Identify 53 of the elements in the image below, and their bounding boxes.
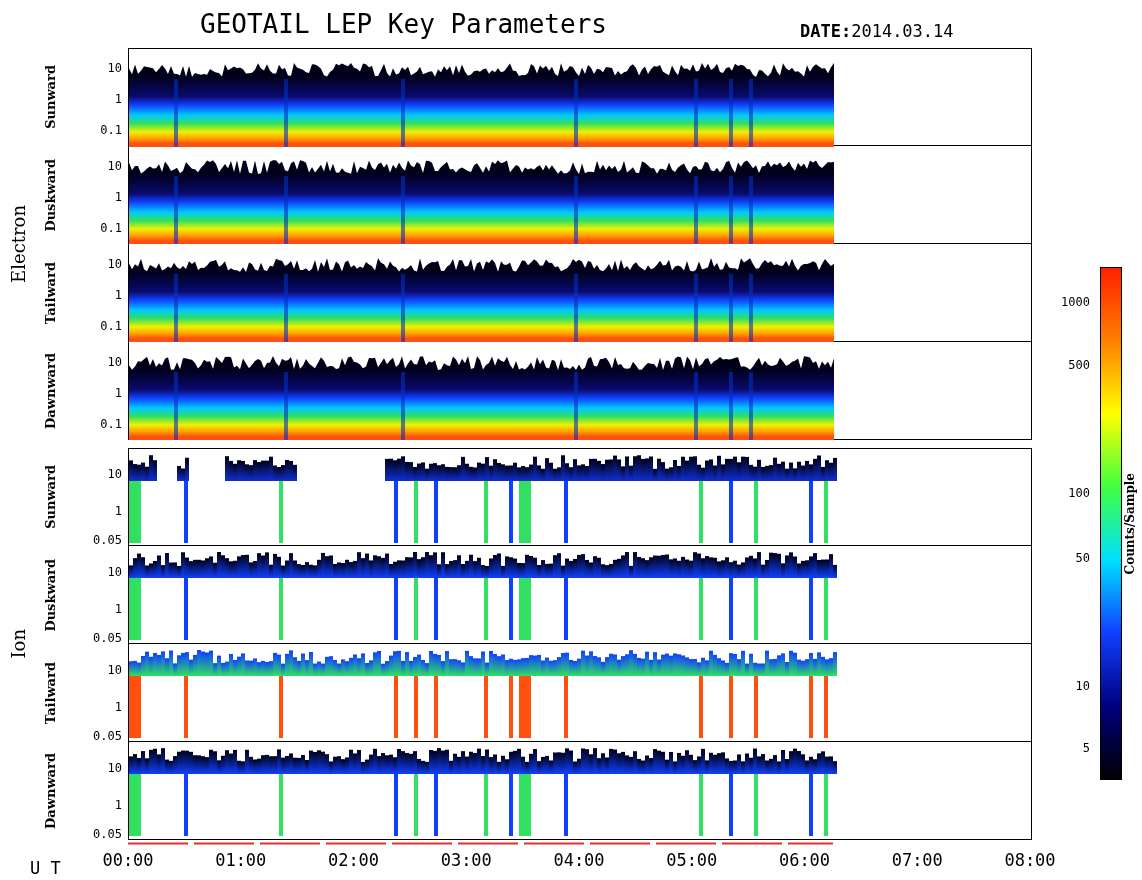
colorbar-tick-label: 1000 — [1061, 296, 1090, 308]
x-tick-label: 03:00 — [440, 852, 492, 869]
y-tick-label: 1 — [114, 289, 122, 301]
y-tick-label: 0.1 — [100, 124, 122, 136]
y-tick-label: 0.05 — [93, 534, 122, 546]
x-tick-label: 05:00 — [666, 852, 718, 869]
y-tick-label: 0.1 — [100, 222, 122, 234]
panel-label: Sunward — [42, 65, 60, 129]
panel-label: Duskward — [42, 558, 60, 632]
y-tick-label: 10 — [107, 356, 122, 368]
colorbar-tick-label: 50 — [1075, 552, 1090, 564]
chart-title: GEOTAIL LEP Key Parameters — [200, 8, 608, 41]
colorbar-tick-label: 500 — [1068, 359, 1090, 371]
panel-label: Sunward — [42, 465, 60, 529]
y-tick-label: 10 — [107, 258, 122, 270]
x-tick-label: 02:00 — [327, 852, 380, 869]
y-tick-label: 0.05 — [93, 730, 122, 742]
colorbar-tick-label: 100 — [1068, 487, 1090, 499]
y-tick-label: 0.1 — [100, 418, 122, 430]
group-label: Electron — [6, 205, 30, 283]
y-tick-label: 1 — [114, 799, 122, 811]
panel-label: Tailward — [42, 661, 60, 725]
x-tick-label: 08:00 — [1004, 852, 1056, 869]
colorbar-label: Counts/Sample — [1122, 472, 1138, 575]
y-tick-label: 1 — [114, 93, 122, 105]
y-tick-label: 1 — [114, 701, 122, 713]
x-tick-label: 04:00 — [553, 852, 605, 869]
x-tick-label: 06:00 — [778, 852, 831, 869]
y-tick-label: 1 — [114, 191, 122, 203]
x-tick-label: 07:00 — [891, 852, 943, 869]
y-tick-label: 10 — [107, 62, 122, 74]
colorbar-tick-label: 5 — [1082, 742, 1090, 754]
y-tick-label: 10 — [107, 468, 122, 480]
y-tick-label: 1 — [114, 387, 122, 399]
panel-label: Dawnward — [42, 753, 60, 829]
y-tick-label: 0.05 — [93, 828, 122, 840]
y-tick-label: 10 — [107, 762, 122, 774]
y-tick-label: 0.05 — [93, 632, 122, 644]
panel-label: Dawnward — [42, 353, 60, 429]
colorbar-tick-label: 10 — [1075, 680, 1090, 692]
x-tick-label: 01:00 — [215, 852, 267, 869]
x-tick-label: 00:00 — [102, 852, 154, 869]
panel-label: Tailward — [42, 261, 60, 325]
y-tick-label: 0.1 — [100, 320, 122, 332]
y-tick-label: 1 — [114, 603, 122, 615]
panel-label: Duskward — [42, 158, 60, 232]
x-axis-label: U T — [30, 857, 61, 880]
y-tick-label: 10 — [107, 160, 122, 172]
y-tick-label: 10 — [107, 566, 122, 578]
y-tick-label: 1 — [114, 505, 122, 517]
group-label: Ion — [6, 629, 30, 659]
y-tick-label: 10 — [107, 664, 122, 676]
date-label: DATE:2014.03.14 — [800, 19, 954, 43]
